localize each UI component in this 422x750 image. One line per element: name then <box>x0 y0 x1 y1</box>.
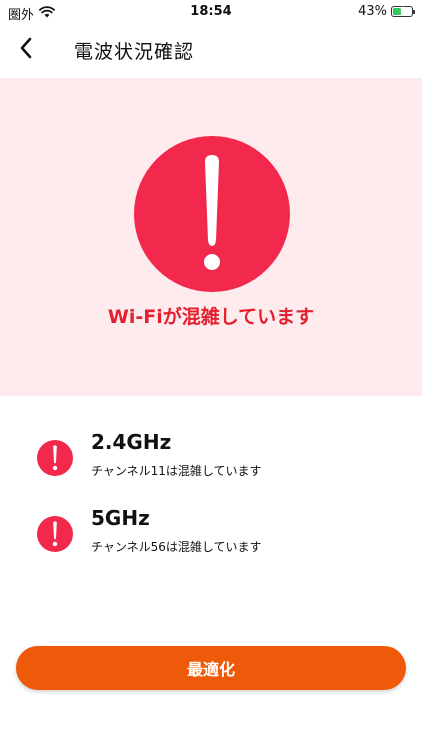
back-button[interactable] <box>10 34 42 66</box>
battery-cap <box>413 10 415 14</box>
exclamation-icon <box>37 440 73 476</box>
battery-percent: 43% <box>358 4 387 19</box>
exclamation-icon <box>204 155 220 270</box>
band-name: 5GHz <box>91 506 150 530</box>
exclamation-icon <box>37 516 73 552</box>
chevron-left-icon <box>19 37 33 63</box>
page-title: 電波状況確認 <box>74 41 195 63</box>
band-name: 2.4GHz <box>91 430 172 454</box>
congestion-message: Wi-Fiが混雑しています <box>107 306 315 328</box>
band-row-5ghz: 5GHz チャンネル56は混雑しています <box>0 506 422 566</box>
wifi-status-screen: 圏外 18:54 43% ⚡ 電波状況確認 Wi-Fiが混雑しています 2.4G… <box>0 0 422 750</box>
congestion-hero: Wi-Fiが混雑しています <box>0 78 422 396</box>
nav-header: 電波状況確認 <box>0 24 422 76</box>
battery-charging-icon: ⚡ <box>391 5 415 17</box>
charging-bolt-icon: ⚡ <box>398 5 406 15</box>
status-bar: 圏外 18:54 43% ⚡ <box>0 0 422 24</box>
status-right: 43% ⚡ <box>358 4 415 19</box>
band-status: チャンネル56は混雑しています <box>91 540 262 554</box>
alert-circle <box>134 136 290 292</box>
band-status: チャンネル11は混雑しています <box>91 464 262 478</box>
band-row-2-4ghz: 2.4GHz チャンネル11は混雑しています <box>0 430 422 490</box>
optimize-button[interactable]: 最適化 <box>16 646 406 690</box>
